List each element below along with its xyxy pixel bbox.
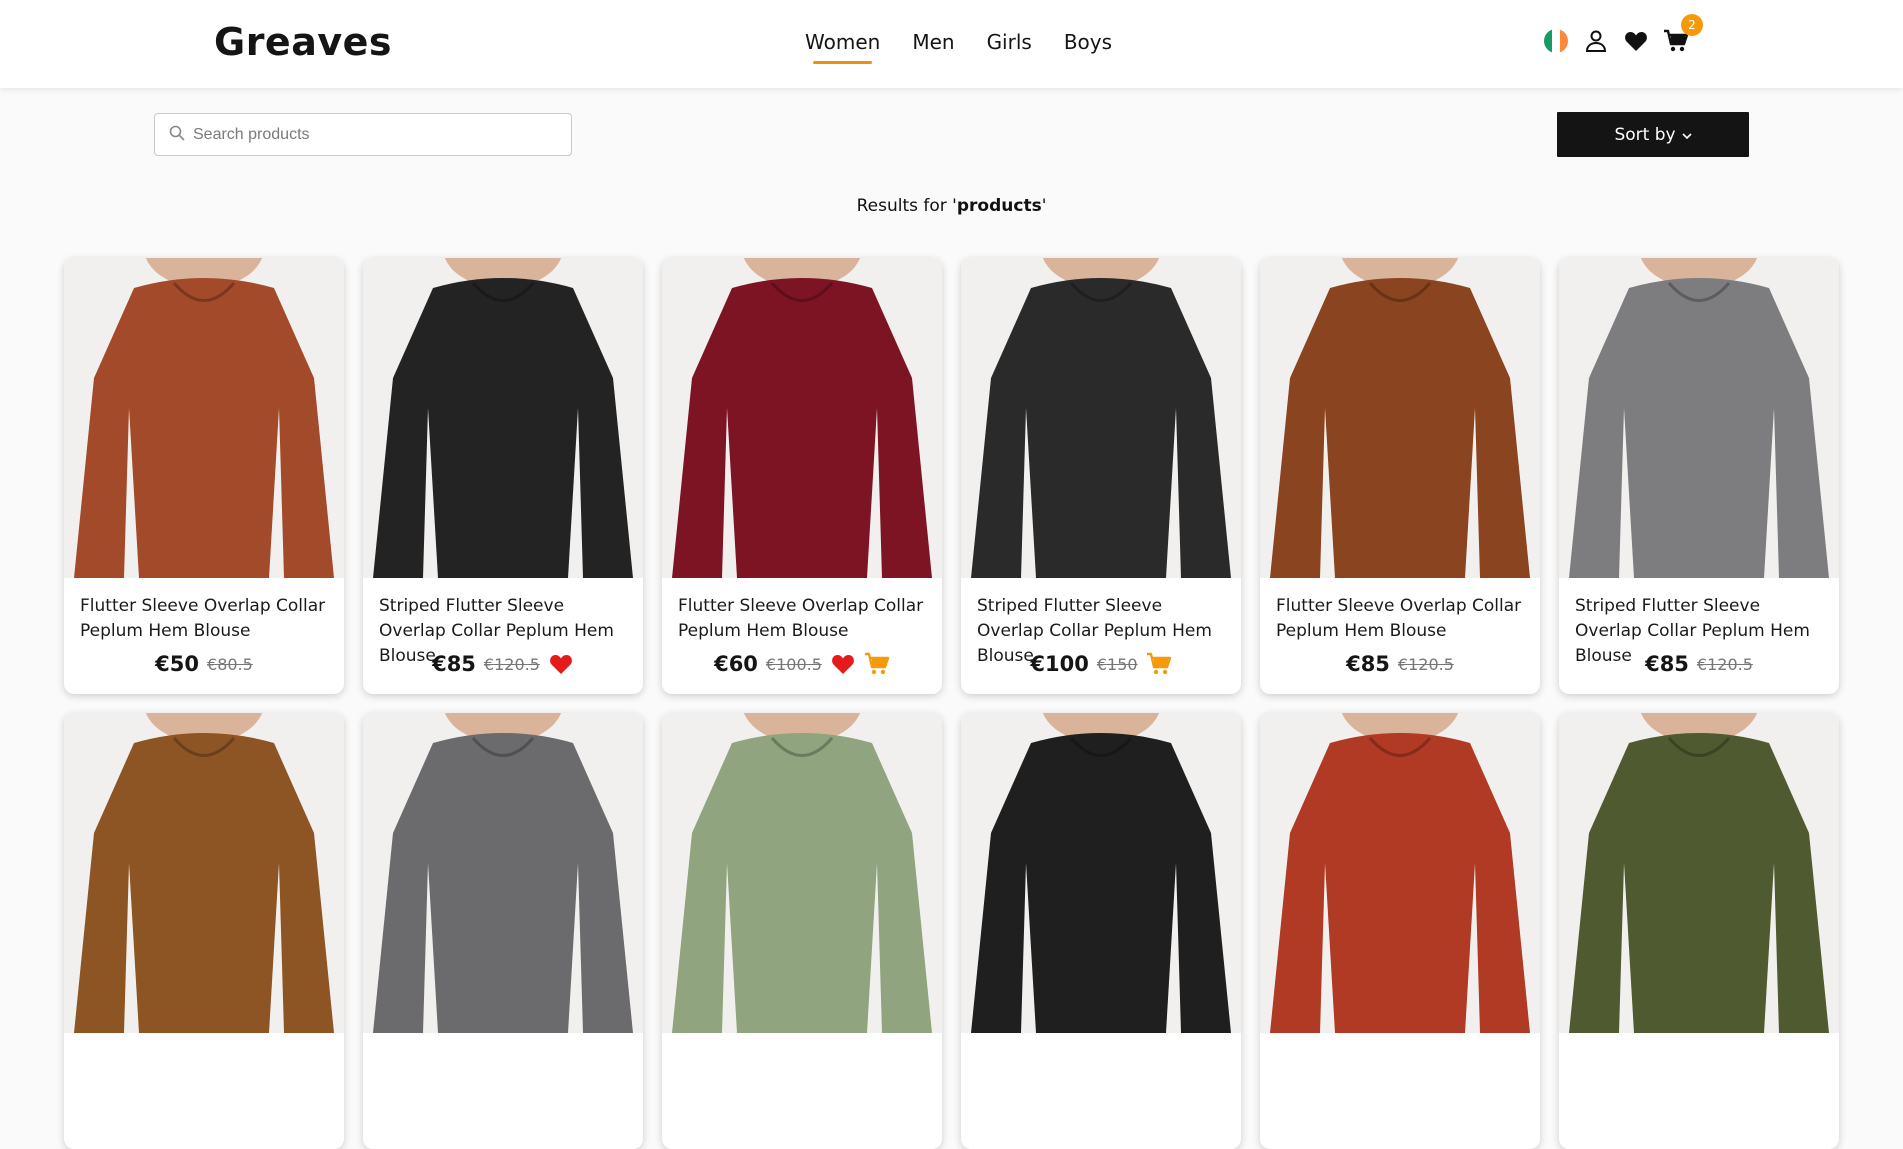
product-old-price: €150 [1096,654,1138,674]
cart-icon[interactable]: 2 [1663,14,1703,54]
product-price: €60 [714,652,758,676]
product-card[interactable]: Striped Flutter Sleeve Overlap Collar Pe… [961,258,1241,694]
site-header: Greaves Women Men Girls Boys 2 [0,0,1903,88]
product-card[interactable]: Striped Flutter Sleeve Overlap Collar Pe… [363,258,643,694]
ireland-flag-icon[interactable] [1543,28,1569,54]
product-old-price: €80.5 [207,654,253,674]
product-image[interactable] [961,258,1241,578]
product-title[interactable] [678,1049,926,1099]
product-price: €50 [155,652,200,676]
results-suffix: ' [1041,196,1047,216]
nav-boys[interactable]: Boys [1064,30,1112,60]
wishlist-heart-icon[interactable] [1623,28,1649,54]
product-image[interactable] [961,713,1241,1033]
results-heading: Results for 'products' [0,196,1903,216]
product-card[interactable]: Flutter Sleeve Overlap Collar Peplum Hem… [64,258,344,694]
header-icons: 2 [1543,14,1703,54]
sort-by-button[interactable]: Sort by [1557,112,1749,157]
product-title[interactable] [80,1049,328,1099]
product-image[interactable] [1260,713,1540,1033]
main-nav: Women Men Girls Boys [805,30,1112,64]
product-card[interactable] [1559,713,1839,1149]
product-image[interactable] [1559,258,1839,578]
product-title[interactable] [1276,1049,1524,1099]
add-to-cart-icon[interactable] [1146,652,1172,676]
product-price: €100 [1030,652,1089,676]
cart-count-badge: 2 [1681,14,1703,36]
nav-men[interactable]: Men [912,30,954,60]
add-to-cart-icon[interactable] [864,652,890,676]
product-title[interactable]: Striped Flutter Sleeve Overlap Collar Pe… [977,594,1225,666]
product-image[interactable] [363,258,643,578]
product-title[interactable]: Flutter Sleeve Overlap Collar Peplum Hem… [1276,594,1524,644]
product-card[interactable]: Flutter Sleeve Overlap Collar Peplum Hem… [1260,258,1540,694]
search-input[interactable] [193,125,553,144]
search-box [154,113,572,156]
product-old-price: €120.5 [1696,654,1753,674]
price-row: €85 €120.5 [1276,652,1524,676]
product-card[interactable] [662,713,942,1149]
product-title[interactable] [379,1049,627,1099]
product-image[interactable] [662,713,942,1033]
results-query: products [956,196,1042,216]
product-title[interactable]: Striped Flutter Sleeve Overlap Collar Pe… [379,594,627,666]
product-title[interactable] [977,1049,1225,1099]
product-image[interactable] [662,258,942,578]
site-logo[interactable]: Greaves [214,20,392,64]
product-card[interactable] [64,713,344,1149]
product-old-price: €120.5 [483,654,540,674]
product-card[interactable]: Flutter Sleeve Overlap Collar Peplum Hem… [662,258,942,694]
product-title[interactable]: Flutter Sleeve Overlap Collar Peplum Hem… [678,594,926,644]
chevron-down-icon [1681,125,1692,145]
product-price: €85 [1645,652,1689,676]
product-card[interactable] [1260,713,1540,1149]
product-title[interactable]: Striped Flutter Sleeve Overlap Collar Pe… [1575,594,1823,666]
product-card[interactable]: Striped Flutter Sleeve Overlap Collar Pe… [1559,258,1839,694]
product-price: €85 [1346,652,1390,676]
results-prefix: Results for ' [856,196,957,216]
search-icon [169,125,185,145]
product-image[interactable] [1559,713,1839,1033]
product-grid: Flutter Sleeve Overlap Collar Peplum Hem… [64,258,1840,1149]
product-title[interactable]: Flutter Sleeve Overlap Collar Peplum Hem… [80,594,328,644]
product-image[interactable] [1260,258,1540,578]
product-card[interactable] [961,713,1241,1149]
product-old-price: €120.5 [1397,654,1454,674]
wishlist-heart-icon[interactable] [548,652,574,676]
product-title[interactable] [1575,1049,1823,1099]
product-old-price: €100.5 [765,654,822,674]
nav-girls[interactable]: Girls [987,30,1032,60]
product-image[interactable] [363,713,643,1033]
price-row: €60 €100.5 [678,652,926,676]
nav-women[interactable]: Women [805,30,880,64]
product-card[interactable] [363,713,643,1149]
product-image[interactable] [64,713,344,1033]
product-price: €85 [432,652,476,676]
product-image[interactable] [64,258,344,578]
sort-by-label: Sort by [1614,124,1676,145]
user-icon[interactable] [1583,28,1609,54]
price-row: €50 €80.5 [80,652,328,676]
wishlist-heart-icon[interactable] [830,652,856,676]
